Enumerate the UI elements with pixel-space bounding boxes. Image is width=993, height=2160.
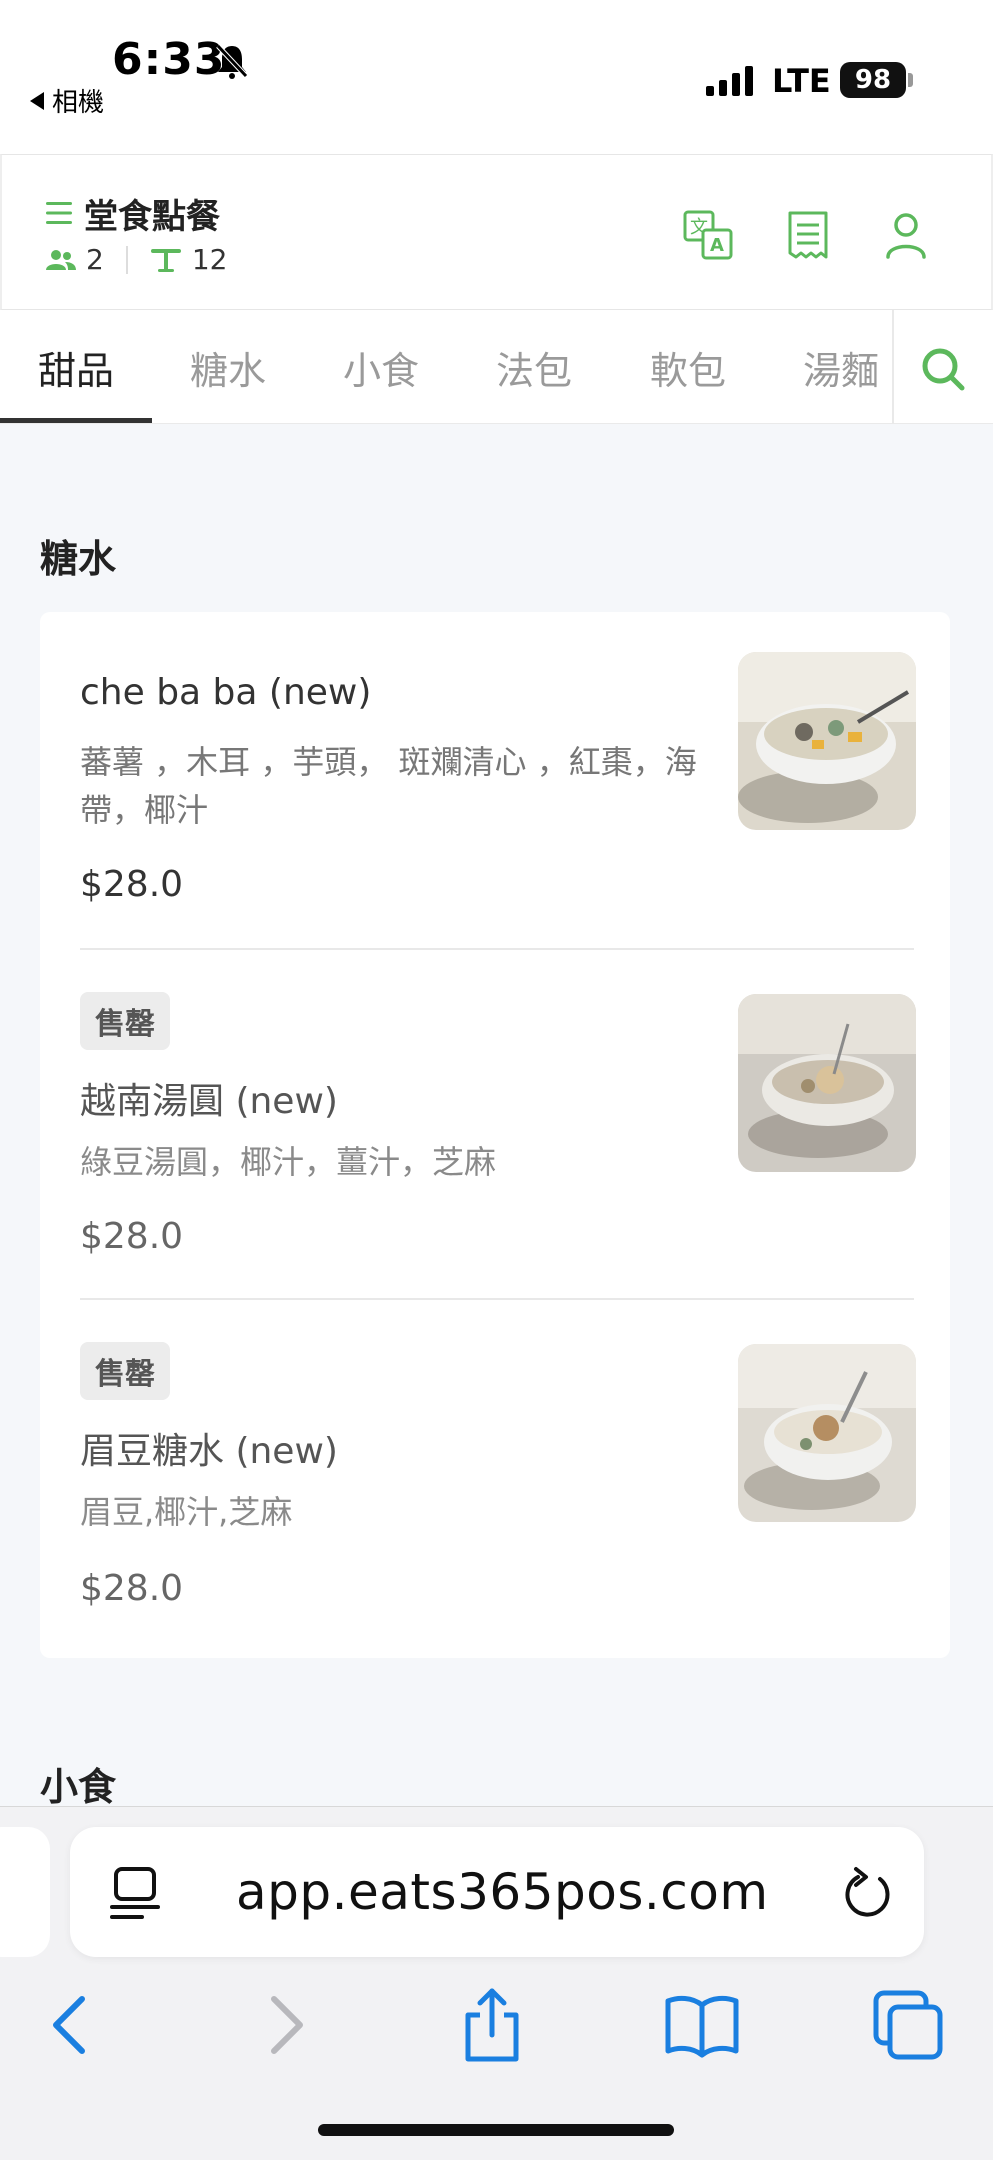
section-title: 小食 bbox=[40, 1765, 117, 1809]
battery-cap bbox=[908, 73, 913, 87]
translate-icon[interactable]: 文 A bbox=[682, 209, 734, 261]
menu-card: che ba ba (new) 蕃薯 ，木耳 ，芋頭， 斑斕清心 ，紅棗，海帶，… bbox=[40, 612, 950, 1658]
category-tabs: 甜品 糖水 小食 法包 軟包 湯麵 bbox=[0, 310, 993, 424]
tabs-icon[interactable] bbox=[868, 1985, 948, 2065]
tab-divider bbox=[892, 310, 894, 424]
item-price: $28.0 bbox=[80, 864, 184, 905]
table-icon bbox=[150, 248, 181, 272]
tab-sweet-soup[interactable]: 糖水 bbox=[190, 340, 266, 395]
tab-baguette[interactable]: 法包 bbox=[496, 340, 572, 395]
status-bar: 6:33 相機 LTE 98 bbox=[0, 0, 993, 154]
tab-noodle-soup[interactable]: 湯麵 bbox=[803, 340, 879, 395]
sold-out-badge: 售罄 bbox=[80, 1342, 170, 1400]
network-type: LTE bbox=[772, 62, 831, 100]
search-icon[interactable] bbox=[920, 346, 966, 392]
cellular-signal-icon bbox=[706, 66, 753, 96]
meta-divider bbox=[125, 245, 128, 274]
tab-soft-bread[interactable]: 軟包 bbox=[650, 340, 726, 395]
active-tab-indicator bbox=[0, 418, 152, 423]
back-app-label: 相機 bbox=[52, 88, 105, 118]
svg-text:A: A bbox=[710, 235, 724, 256]
item-description: 蕃薯 ，木耳 ，芋頭， 斑斕清心 ，紅棗，海帶，椰汁 bbox=[80, 743, 697, 829]
page-menu-icon[interactable] bbox=[110, 1865, 160, 1921]
page-title: 堂食點餐 bbox=[84, 197, 220, 237]
browser-toolbar: app.eats365pos.com bbox=[0, 1806, 993, 2160]
guests-icon bbox=[46, 249, 76, 270]
item-description: 綠豆湯圓，椰汁，薑汁，芝麻 bbox=[80, 1143, 497, 1181]
item-price: $28.0 bbox=[80, 1568, 184, 1609]
bell-muted-icon bbox=[216, 44, 248, 79]
bookmarks-icon[interactable] bbox=[662, 1985, 742, 2065]
item-description: 眉豆,椰汁,芝麻 bbox=[80, 1493, 293, 1531]
screen: 6:33 相機 LTE 98 堂食點餐 2 12 文 A 甜品 糖水 小食 法包… bbox=[0, 0, 993, 2160]
user-account-icon[interactable] bbox=[880, 209, 932, 261]
guest-count: 2 bbox=[86, 243, 104, 276]
section-title: 糖水 bbox=[40, 537, 117, 581]
receipt-icon[interactable] bbox=[782, 209, 834, 261]
item-name: che ba ba (new) bbox=[80, 672, 372, 713]
battery-indicator: 98 bbox=[840, 62, 906, 98]
share-icon[interactable] bbox=[452, 1985, 532, 2065]
item-photo bbox=[738, 652, 916, 830]
item-photo bbox=[738, 994, 916, 1172]
address-bar[interactable]: app.eats365pos.com bbox=[70, 1827, 924, 1957]
item-divider bbox=[80, 948, 914, 950]
home-indicator[interactable] bbox=[318, 2124, 674, 2136]
hamburger-menu-icon[interactable] bbox=[46, 201, 72, 225]
item-name: 眉豆糖水 (new) bbox=[80, 1431, 338, 1472]
back-arrow-icon bbox=[30, 91, 44, 110]
reload-icon[interactable] bbox=[840, 1863, 894, 1921]
status-time: 6:33 bbox=[112, 34, 226, 85]
table-number: 12 bbox=[191, 243, 228, 276]
previous-tab-preview[interactable] bbox=[0, 1827, 50, 1957]
tab-snacks[interactable]: 小食 bbox=[343, 340, 419, 395]
sold-out-badge: 售罄 bbox=[80, 992, 170, 1050]
back-to-app-link[interactable]: 相機 bbox=[30, 82, 104, 119]
app-header: 堂食點餐 2 12 文 A bbox=[0, 154, 993, 310]
tab-desserts[interactable]: 甜品 bbox=[38, 340, 114, 395]
battery-level: 98 bbox=[854, 65, 892, 95]
item-photo bbox=[738, 1344, 916, 1522]
item-name: 越南湯圓 (new) bbox=[80, 1081, 338, 1122]
item-price: $28.0 bbox=[80, 1216, 184, 1257]
url-text: app.eats365pos.com bbox=[236, 1863, 769, 1921]
forward-icon[interactable] bbox=[246, 1985, 326, 2065]
item-divider bbox=[80, 1298, 914, 1300]
back-icon[interactable] bbox=[30, 1985, 110, 2065]
order-meta: 2 12 bbox=[46, 243, 227, 276]
